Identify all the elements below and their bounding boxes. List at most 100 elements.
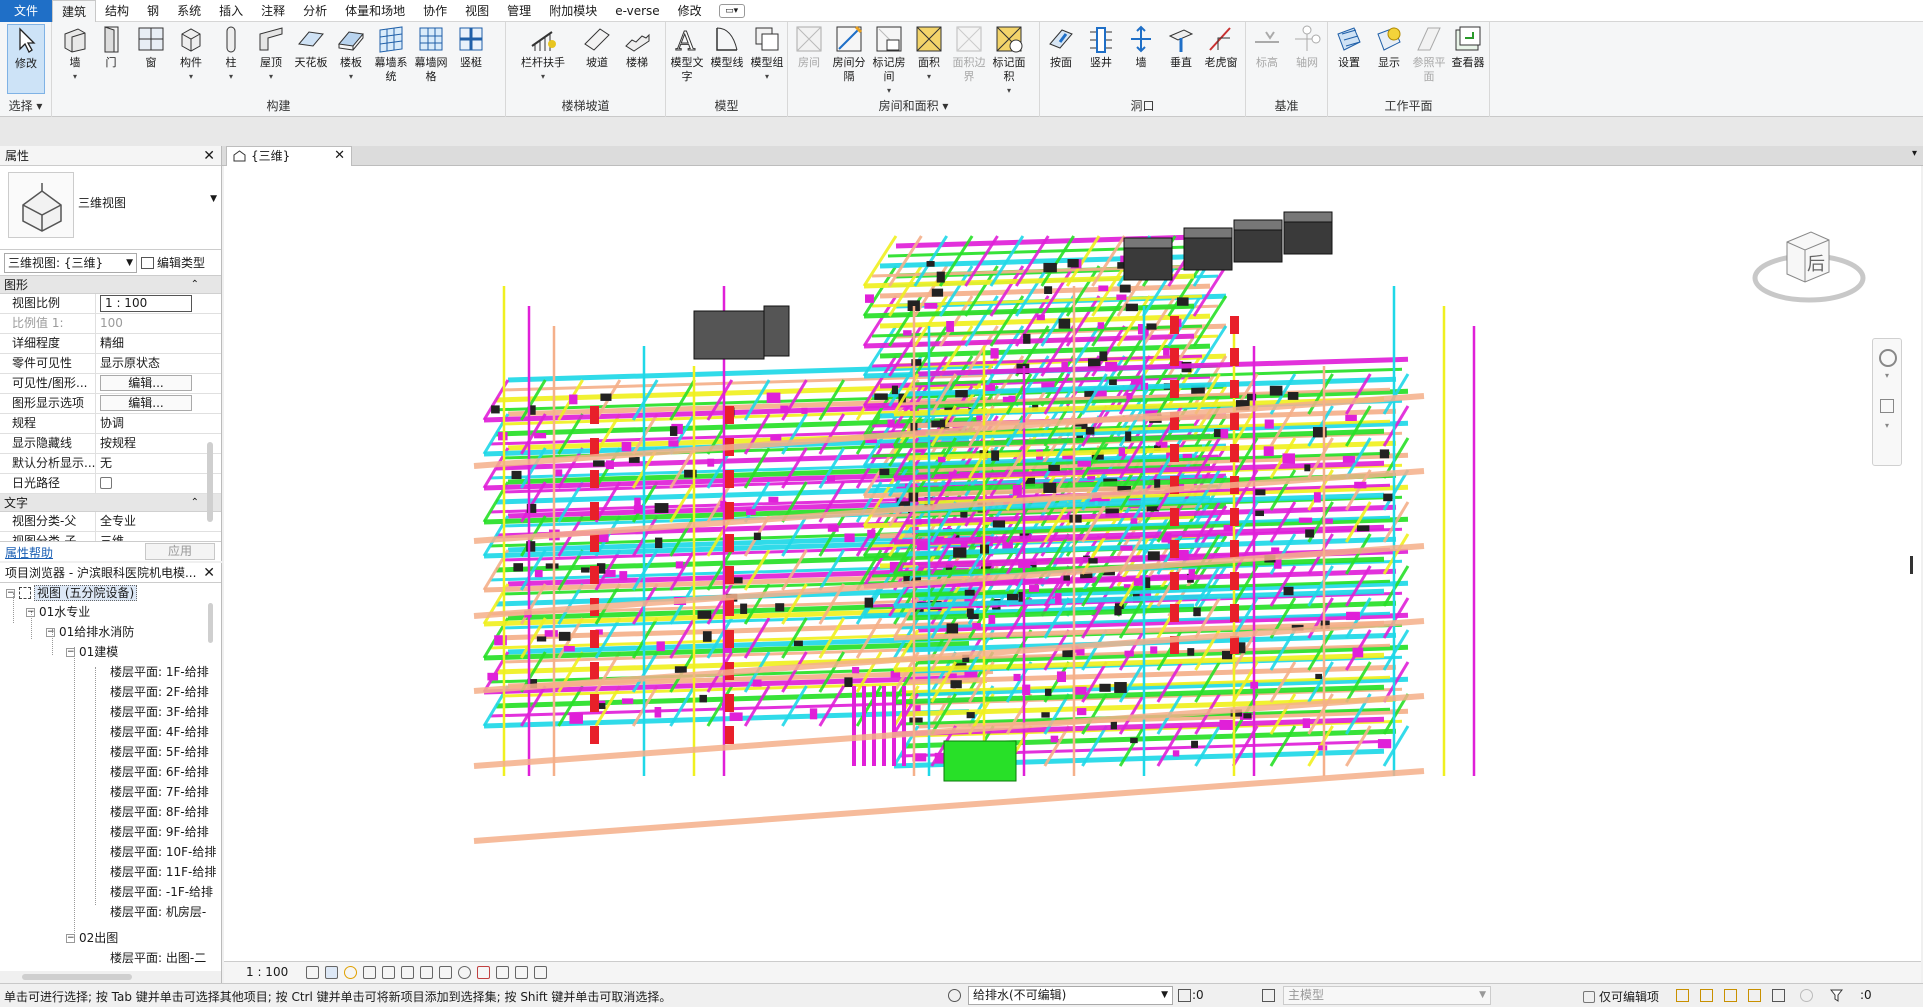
browser-close-icon[interactable]: ✕ [203,563,215,583]
tree-floor-plan[interactable]: 楼层平面: 9F-给排 [110,823,209,842]
model-group-button[interactable]: 模型组 ▾ [748,24,786,84]
shaft-button[interactable]: 竖井 [1082,24,1120,70]
room-button[interactable]: 房间 [790,24,828,70]
wall-button[interactable]: 墙 ▾ [56,24,94,84]
mep-model-3d[interactable] [224,166,1921,961]
prop-detail-level[interactable]: 详细程度 精细 [0,334,221,354]
vertical-button[interactable]: 垂直 [1162,24,1200,70]
menu-everse[interactable]: e-verse [606,0,668,22]
show-button[interactable]: 显示 [1370,24,1408,70]
select-links-icon[interactable] [1676,989,1689,1002]
sun-path-checkbox[interactable] [100,477,112,489]
tree-floor-plan[interactable]: 楼层平面: 1F-给排 [110,663,209,682]
worksharing-display-icon[interactable] [496,966,509,979]
prop-view-scale[interactable]: 视图比例 1 : 100 [0,294,221,314]
tree-floor-plan[interactable]: 楼层平面: 2F-给排 [110,683,209,702]
editable-only-toggle[interactable]: 仅可编辑项 [1583,988,1659,1005]
tag-area-button[interactable]: 标记面积 ▾ [990,24,1028,98]
curtain-grid-button[interactable]: 幕墙网格 [412,24,450,84]
collapse-icon[interactable]: − [66,934,75,943]
modify-button[interactable]: 修改 [7,24,45,94]
close-tab-icon[interactable]: ✕ [334,147,345,165]
column-button[interactable]: 柱 ▾ [212,24,250,84]
tree-floor-plan[interactable]: 楼层平面: -1F-给排 [110,883,213,902]
select-by-face-icon[interactable] [1748,989,1761,1002]
area-button[interactable]: 面积 ▾ [910,24,948,84]
graphic-display-edit-button[interactable]: 编辑... [100,395,192,411]
menu-manage[interactable]: 管理 [498,0,540,22]
vg-edit-button[interactable]: 编辑... [100,375,192,391]
collapse-icon[interactable]: − [46,628,55,637]
analytical-model-icon[interactable] [515,966,528,979]
menu-annotate[interactable]: 注释 [252,0,294,22]
design-option-select[interactable]: 主模型 ▼ [1283,986,1491,1005]
model-line-button[interactable]: 模型线 [708,24,746,70]
menu-file[interactable]: 文件 [0,0,53,22]
collapse-icon[interactable]: − [26,608,35,617]
model-canvas[interactable]: 后 ▾ ▾ [224,166,1921,961]
select-pinned-icon[interactable] [1724,989,1737,1002]
viewcube[interactable]: 后 [1749,216,1869,316]
select-underlay-icon[interactable] [1700,989,1713,1002]
properties-help-link[interactable]: 属性帮助 [5,544,53,561]
crop-view-icon[interactable] [401,966,414,979]
prop-discipline[interactable]: 规程 协调 [0,414,221,434]
dormer-button[interactable]: 老虎窗 [1202,24,1240,70]
menu-analyze[interactable]: 分析 [294,0,336,22]
detail-level-icon[interactable] [306,966,319,979]
stair-button[interactable]: 楼梯 [618,24,656,70]
active-workset-select[interactable]: 给排水(不可编辑) ▼ [968,986,1173,1005]
model-text-button[interactable]: A 模型文字 [668,24,706,84]
ramp-button[interactable]: 坡道 [578,24,616,70]
show-crop-icon[interactable] [420,966,433,979]
chevron-down-icon[interactable]: ▼ [210,194,217,204]
ceiling-button[interactable]: 天花板 [292,24,330,70]
curtain-system-button[interactable]: 幕墙系统 [372,24,410,84]
menu-architecture[interactable]: 建筑 [52,0,97,22]
menu-addins[interactable]: 附加模块 [540,0,606,22]
prop-view-category-parent[interactable]: 视图分类-父 全专业 [0,512,221,532]
prop-analysis-display[interactable]: 默认分析显示... 无 [0,454,221,474]
browser-hscrollbar[interactable] [0,971,221,983]
temporary-hide-icon[interactable] [458,966,471,979]
tree-root-views[interactable]: − 视图 (五分院设备) [6,584,138,603]
tree-drawings[interactable]: −02出图 [66,929,118,948]
room-separator-button[interactable]: 房间分隔 [830,24,868,84]
tree-floor-plan[interactable]: 楼层平面: 4F-给排 [110,723,209,742]
menu-modify[interactable]: 修改 [669,0,711,22]
steering-wheel-icon[interactable] [1879,349,1897,367]
tree-floor-plan[interactable]: 楼层平面: 8F-给排 [110,803,209,822]
apply-button[interactable]: 应用 [145,543,215,560]
tree-floor-plan[interactable]: 楼层平面: 机房层- [110,903,206,922]
menu-systems[interactable]: 系统 [168,0,210,22]
by-face-button[interactable]: 按面 [1042,24,1080,70]
tab-menu-icon[interactable]: ▾ [1912,148,1917,159]
level-button[interactable]: 标高 [1248,24,1286,70]
window-button[interactable]: 窗 [132,24,170,70]
collapse-icon[interactable]: − [66,648,75,657]
ribbon-toggle-button[interactable]: ▭▾ [718,3,745,18]
floor-button[interactable]: 楼板 ▾ [332,24,370,84]
tree-floor-plan[interactable]: 楼层平面: 10F-给排 [110,843,216,862]
workset-icon[interactable] [948,989,961,1002]
tree-modeling[interactable]: −01建模 [66,643,118,662]
render-icon[interactable] [382,966,395,979]
menu-collaborate[interactable]: 协作 [414,0,456,22]
drag-elements-icon[interactable] [1772,989,1785,1002]
tree-plumbing-fire[interactable]: −01给排水消防 [46,623,134,642]
area-boundary-button[interactable]: 面积边界 [950,24,988,84]
editable-only-checkbox[interactable] [1583,991,1595,1003]
shadows-icon[interactable] [363,966,376,979]
tree-floor-plan[interactable]: 楼层平面: 6F-给排 [110,763,209,782]
tree-water[interactable]: −01水专业 [26,603,90,622]
set-button[interactable]: 设置 [1330,24,1368,70]
panel-room-title[interactable]: 房间和面积 ▾ [788,97,1039,114]
properties-close-icon[interactable]: ✕ [203,146,215,166]
design-options-icon[interactable] [1178,989,1191,1002]
visual-style-icon[interactable] [325,966,338,979]
tree-drawing-plan[interactable]: 楼层平面: 出图-二 [110,949,206,968]
view-instance-select[interactable]: 三维视图: {三维} ▼ [4,253,137,273]
component-button[interactable]: 构件 ▾ [172,24,210,84]
reveal-hidden-icon[interactable] [477,966,490,979]
door-button[interactable]: 门 [92,24,130,70]
